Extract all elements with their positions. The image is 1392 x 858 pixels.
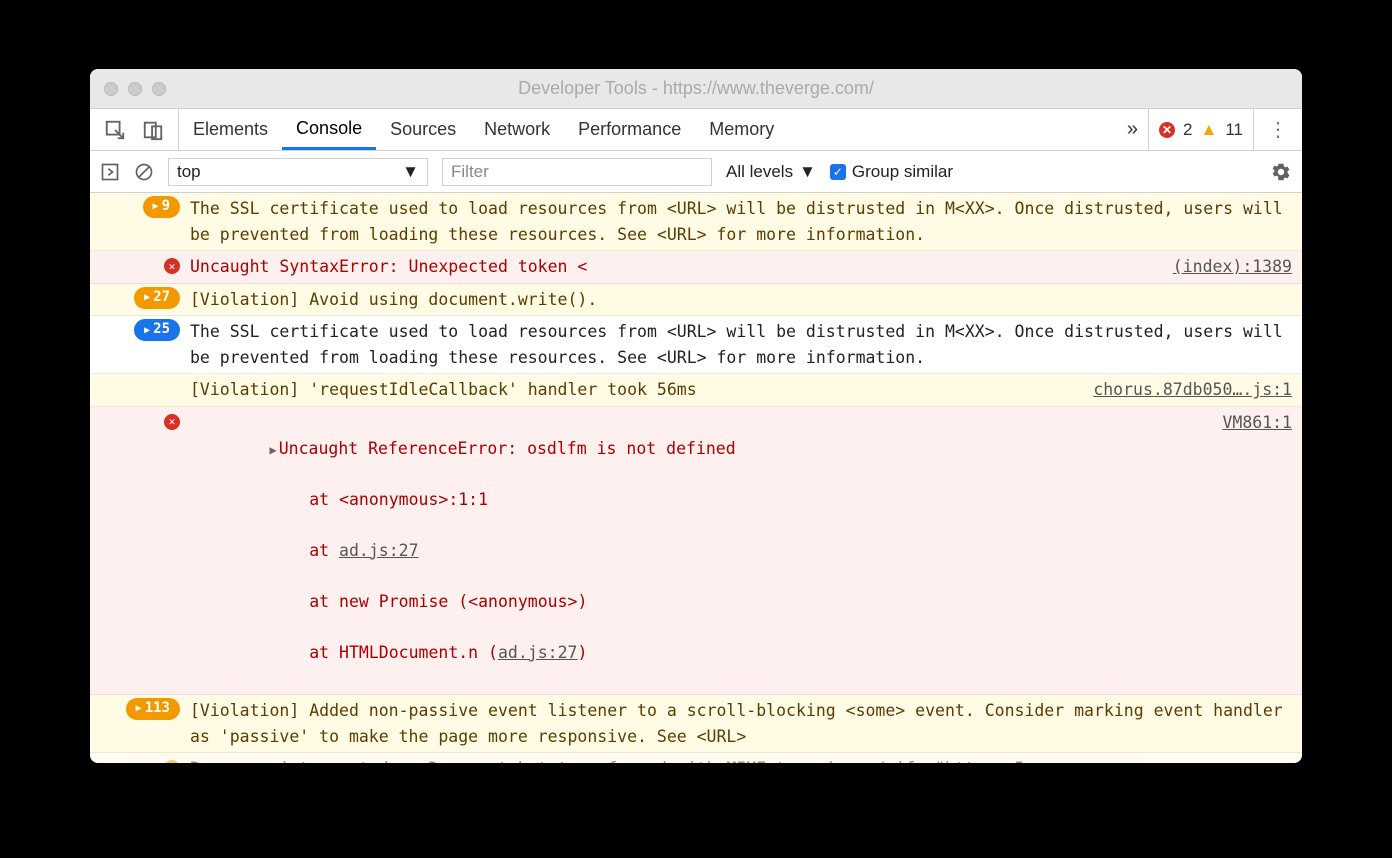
repeat-badge[interactable]: ▶9 [143, 196, 180, 218]
expand-icon: ▶ [136, 701, 142, 717]
message-source-link[interactable]: chorus.87db050….js:1 [1073, 377, 1292, 403]
expand-icon: ▶ [144, 290, 150, 306]
error-icon: ✕ [164, 414, 180, 430]
message-text: [Violation] Added non-passive event list… [190, 698, 1292, 749]
console-message[interactable]: ▶9 The SSL certificate used to load reso… [90, 193, 1302, 251]
console-message[interactable]: ▶113 [Violation] Added non-passive event… [90, 695, 1302, 753]
tab-elements[interactable]: Elements [179, 109, 282, 150]
console-message[interactable]: ✕ Uncaught SyntaxError: Unexpected token… [90, 251, 1302, 284]
message-source-link[interactable]: (index):1389 [1153, 254, 1292, 280]
tabs-overflow-button[interactable]: » [1117, 118, 1148, 141]
tab-performance[interactable]: Performance [564, 109, 695, 150]
message-text: Resource interpreted as Document but tra… [190, 756, 1292, 763]
window-title: Developer Tools - https://www.theverge.c… [90, 78, 1302, 99]
group-similar-toggle[interactable]: ✓ Group similar [830, 162, 953, 182]
titlebar: Developer Tools - https://www.theverge.c… [90, 69, 1302, 109]
console-message[interactable]: [Violation] 'requestIdleCallback' handle… [90, 374, 1302, 407]
levels-label: All levels [726, 162, 793, 182]
expand-icon: ▶ [153, 199, 159, 215]
panel-tabbar: Elements Console Sources Network Perform… [90, 109, 1302, 151]
error-count: 2 [1183, 120, 1192, 140]
error-icon: ✕ [1159, 122, 1175, 138]
message-source-link[interactable]: VM861:1 [1202, 410, 1292, 691]
stack-link[interactable]: ad.js:27 [339, 541, 418, 560]
message-text: ▶Uncaught ReferenceError: osdlfm is not … [190, 410, 1202, 691]
tab-sources[interactable]: Sources [376, 109, 470, 150]
device-toolbar-icon[interactable] [142, 119, 164, 141]
console-message[interactable]: ▶25 The SSL certificate used to load res… [90, 316, 1302, 374]
issue-counts[interactable]: ✕ 2 ▲ 11 [1148, 109, 1253, 150]
inspect-element-icon[interactable] [104, 119, 126, 141]
checkbox-checked-icon: ✓ [830, 164, 846, 180]
console-message[interactable]: ! Resource interpreted as Document but t… [90, 753, 1302, 763]
message-text: The SSL certificate used to load resourc… [190, 196, 1292, 247]
console-toolbar: top ▼ Filter All levels ▼ ✓ Group simila… [90, 151, 1302, 193]
warning-icon: ▲ [1201, 120, 1218, 140]
log-levels-selector[interactable]: All levels ▼ [726, 162, 816, 182]
console-messages[interactable]: ▶9 The SSL certificate used to load reso… [90, 193, 1302, 763]
error-icon: ✕ [164, 258, 180, 274]
context-selector[interactable]: top ▼ [168, 158, 428, 186]
clear-console-icon[interactable] [134, 162, 154, 182]
toggle-sidebar-icon[interactable] [100, 162, 120, 182]
repeat-badge[interactable]: ▶27 [134, 287, 180, 309]
message-text: [Violation] 'requestIdleCallback' handle… [190, 377, 1073, 403]
console-message[interactable]: ▶27 [Violation] Avoid using document.wri… [90, 284, 1302, 317]
expand-icon: ▶ [144, 323, 150, 339]
tab-memory[interactable]: Memory [695, 109, 788, 150]
filter-placeholder: Filter [451, 162, 489, 182]
stack-link[interactable]: ad.js:27 [498, 643, 577, 662]
tab-network[interactable]: Network [470, 109, 564, 150]
repeat-badge[interactable]: ▶113 [126, 698, 180, 720]
warning-icon: ! [164, 760, 180, 763]
message-text: The SSL certificate used to load resourc… [190, 319, 1292, 370]
context-value: top [177, 162, 201, 182]
chevron-down-icon: ▼ [402, 162, 419, 182]
expand-icon[interactable]: ▶ [269, 443, 276, 457]
message-text: [Violation] Avoid using document.write()… [190, 287, 1292, 313]
filter-input[interactable]: Filter [442, 158, 712, 186]
tab-console[interactable]: Console [282, 109, 376, 150]
message-text: Uncaught SyntaxError: Unexpected token < [190, 254, 1153, 280]
chevron-down-icon: ▼ [799, 162, 816, 182]
group-similar-label: Group similar [852, 162, 953, 182]
console-settings-icon[interactable] [1270, 161, 1292, 183]
console-message[interactable]: ✕ ▶Uncaught ReferenceError: osdlfm is no… [90, 407, 1302, 695]
kebab-menu-icon[interactable]: ⋮ [1253, 109, 1302, 150]
panel-tabs: Elements Console Sources Network Perform… [179, 109, 788, 150]
devtools-window: Developer Tools - https://www.theverge.c… [90, 69, 1302, 763]
repeat-badge[interactable]: ▶25 [134, 319, 180, 341]
warning-count: 11 [1225, 120, 1243, 140]
